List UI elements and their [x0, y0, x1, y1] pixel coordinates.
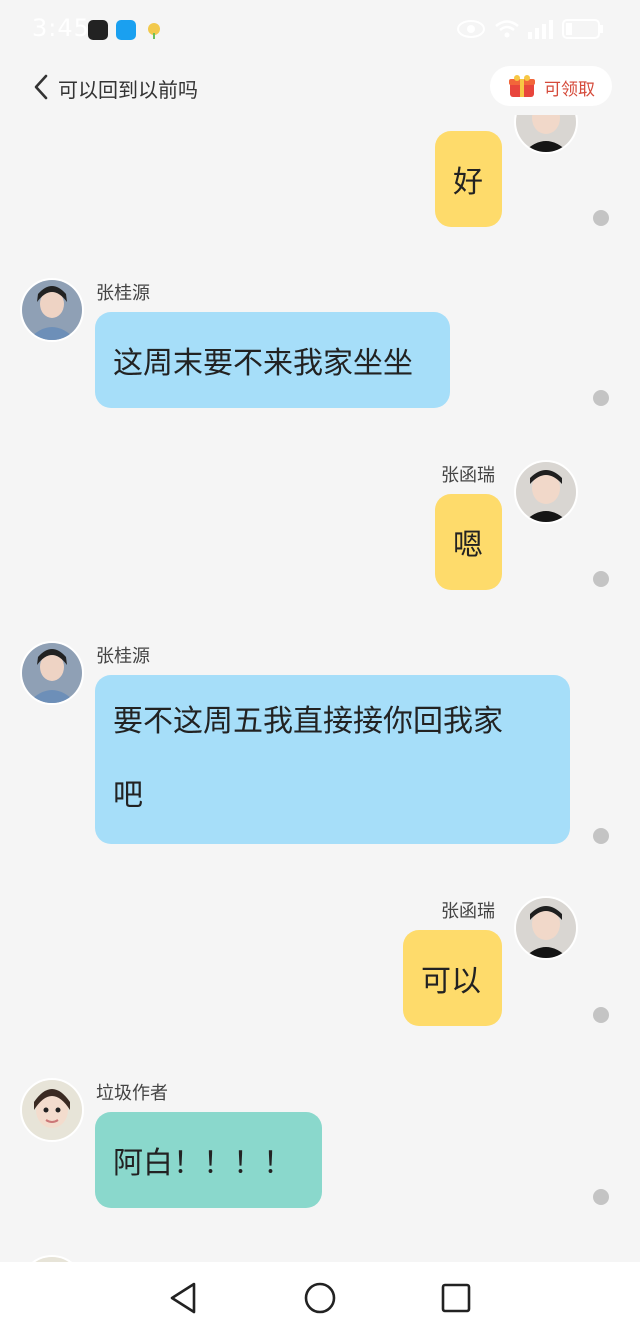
- message-text: 嗯: [453, 528, 483, 563]
- message-row: 张函瑞 嗯: [0, 457, 640, 597]
- message-bubble[interactable]: 可以: [403, 930, 502, 1026]
- message-bubble[interactable]: 要不这周五我直接接你回我家 吧: [95, 675, 570, 844]
- reward-label: 可领取: [544, 80, 595, 100]
- app-notification-icon: [88, 20, 108, 40]
- message-row: 张函瑞 可以: [0, 893, 640, 1033]
- chat-title: 可以回到以前吗: [58, 78, 198, 102]
- sender-name: 张桂源: [96, 646, 150, 667]
- chat-header: 可以回到以前吗 可领取: [0, 60, 640, 115]
- read-status-dot: [593, 571, 609, 587]
- sender-name: 张函瑞: [441, 901, 495, 922]
- battery-icon: [562, 19, 603, 39]
- message-text: 要不这周五我直接接你回我家: [113, 704, 503, 739]
- message-row: 张桂源 这周末要不来我家坐坐: [0, 275, 640, 415]
- sender-name: 垃圾作者: [96, 1083, 168, 1104]
- message-row: 张桂源 要不这周五我直接接你回我家 吧: [0, 638, 640, 848]
- message-row: 好: [0, 115, 640, 227]
- message-text: 吧: [113, 778, 143, 813]
- avatar[interactable]: [20, 1078, 84, 1142]
- message-bubble[interactable]: 嗯: [435, 494, 502, 590]
- wifi-icon: [495, 20, 519, 38]
- avatar[interactable]: [514, 460, 578, 524]
- app-notification-icon: [144, 20, 164, 40]
- avatar[interactable]: [20, 1255, 84, 1262]
- read-status-dot: [593, 390, 609, 406]
- avatar[interactable]: [514, 896, 578, 960]
- read-status-dot: [593, 210, 609, 226]
- square-recents-icon[interactable]: [436, 1278, 476, 1318]
- signal-icon: [528, 20, 553, 39]
- message-text: 这周末要不来我家坐坐: [113, 346, 413, 381]
- search-app-icon: [116, 20, 136, 40]
- sender-name: 张桂源: [96, 283, 150, 304]
- avatar[interactable]: [514, 115, 578, 154]
- triangle-back-icon[interactable]: [164, 1278, 204, 1318]
- read-status-dot: [593, 828, 609, 844]
- message-bubble[interactable]: 阿白！！！！: [95, 1112, 322, 1208]
- sender-name: 张函瑞: [441, 465, 495, 486]
- status-time: 3:45: [32, 14, 90, 42]
- gift-icon: [509, 75, 535, 97]
- chevron-left-icon[interactable]: [30, 72, 54, 102]
- avatar[interactable]: [20, 641, 84, 705]
- claim-reward-button[interactable]: 可领取: [490, 66, 612, 106]
- status-bar: 3:45: [0, 0, 640, 60]
- message-bubble[interactable]: 好: [435, 131, 502, 227]
- message-text: 阿白！！！！: [113, 1146, 293, 1181]
- message-row: 垃圾作者 阿白！！！！: [0, 1075, 640, 1215]
- circle-home-icon[interactable]: [300, 1278, 340, 1318]
- read-status-dot: [593, 1007, 609, 1023]
- message-text: 可以: [421, 964, 481, 999]
- avatar[interactable]: [20, 278, 84, 342]
- message-bubble[interactable]: 这周末要不来我家坐坐: [95, 312, 450, 408]
- system-navigation-bar: [0, 1262, 640, 1330]
- read-status-dot: [593, 1189, 609, 1205]
- eye-icon: [457, 20, 485, 38]
- message-text: 好: [453, 165, 483, 200]
- chat-message-list[interactable]: 好 张桂源 这周末要不来我家坐坐 张函瑞 嗯 张桂源 要不这周五我直接接你回我家: [0, 115, 640, 1262]
